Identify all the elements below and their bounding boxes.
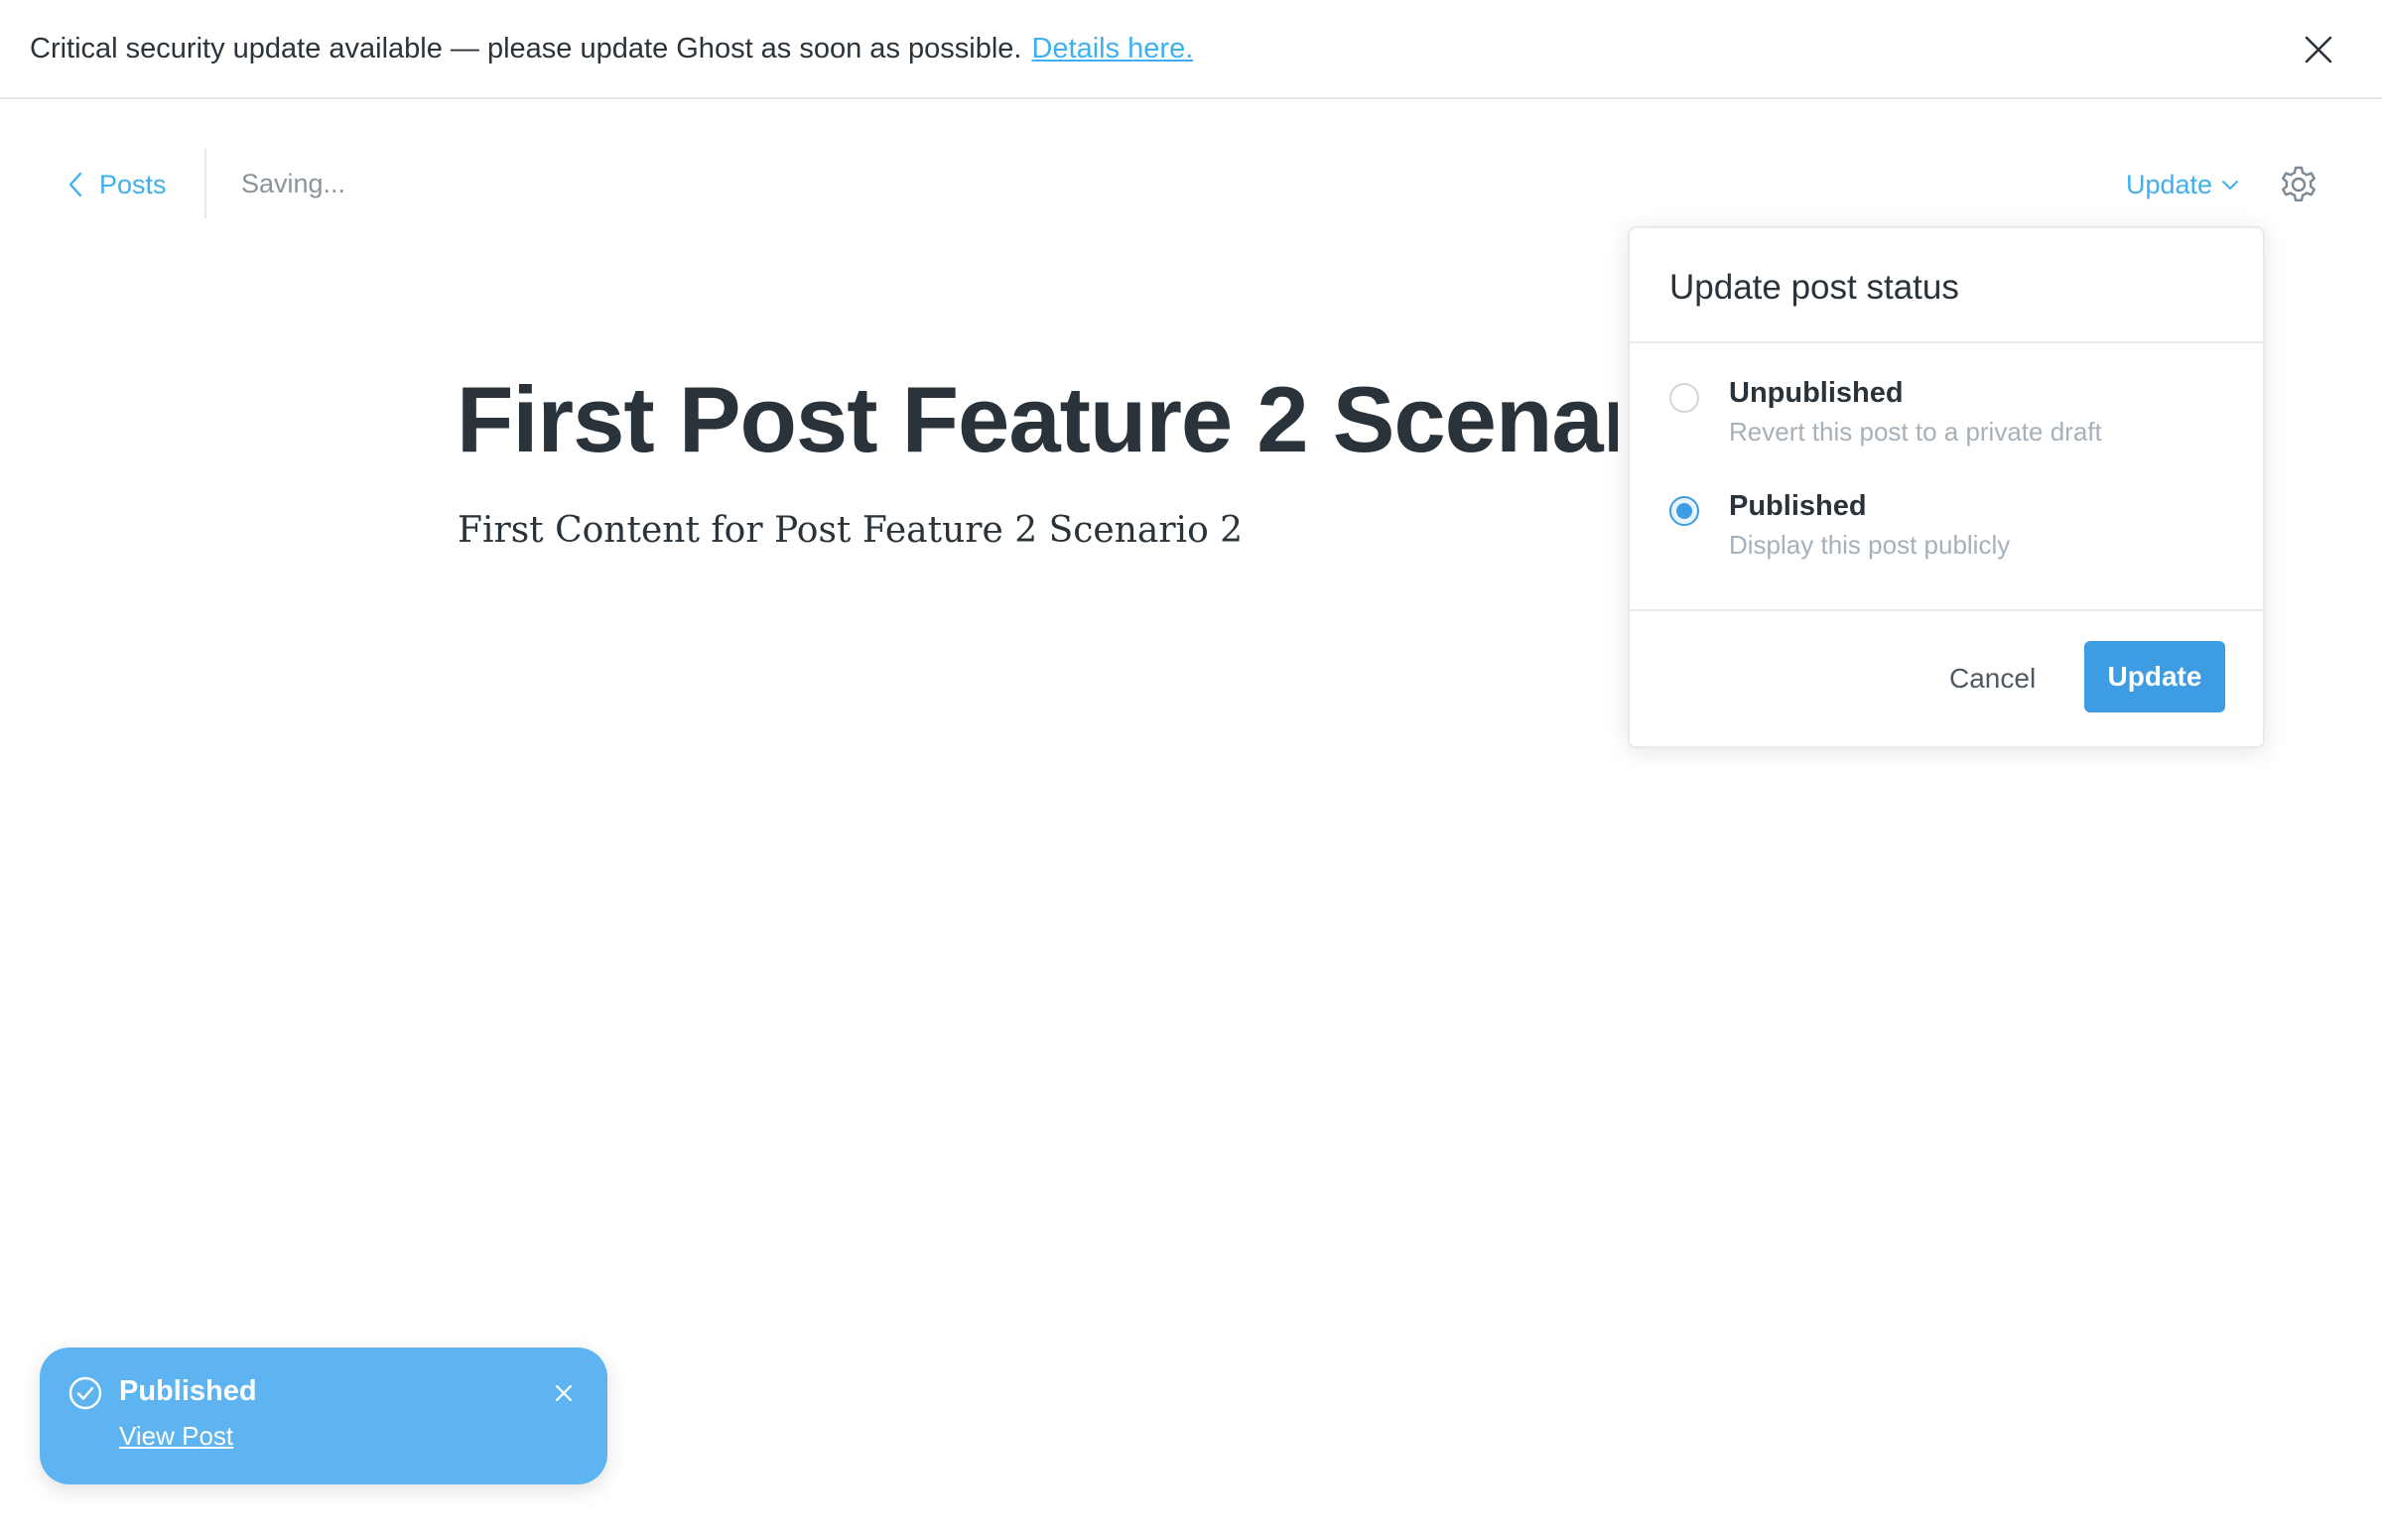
option-label: Unpublished <box>1729 377 1904 409</box>
popover-title: Update post status <box>1669 268 1959 307</box>
gear-icon[interactable] <box>2279 165 2318 204</box>
view-post-link[interactable]: View Post <box>119 1421 233 1452</box>
radio-unpublished[interactable] <box>1669 383 1699 413</box>
update-dropdown-trigger[interactable]: Update <box>2126 163 2240 206</box>
option-description: Display this post publicly <box>1729 530 2011 560</box>
alert-details-link[interactable]: Details here. <box>1031 33 1193 65</box>
radio-published[interactable] <box>1669 496 1699 526</box>
post-title[interactable]: First Post Feature 2 Scenario 2 <box>457 365 1618 474</box>
ghost-editor-page: Critical security update available — ple… <box>0 0 2382 1540</box>
security-alert-banner: Critical security update available — ple… <box>0 0 2382 99</box>
toast-title: Published <box>119 1375 257 1407</box>
chevron-down-icon <box>2222 181 2239 190</box>
popover-divider <box>1630 609 2263 611</box>
option-description: Revert this post to a private draft <box>1729 417 2102 447</box>
chevron-left-icon <box>68 172 82 197</box>
option-published[interactable]: Published Display this post publicly <box>1669 490 2245 579</box>
saving-status: Saving... <box>241 169 346 198</box>
option-unpublished[interactable]: Unpublished Revert this post to a privat… <box>1669 377 2245 466</box>
update-trigger-label: Update <box>2126 169 2213 199</box>
cancel-button[interactable]: Cancel <box>1943 653 2042 705</box>
update-status-popover: Update post status Unpublished Revert th… <box>1628 226 2265 748</box>
close-icon[interactable] <box>552 1381 576 1405</box>
post-body[interactable]: First Content for Post Feature 2 Scenari… <box>458 510 1243 551</box>
update-button[interactable]: Update <box>2084 641 2225 712</box>
close-icon[interactable] <box>2301 32 2336 67</box>
option-label: Published <box>1729 490 1867 522</box>
editor-header: Posts Saving... Update <box>0 99 2382 228</box>
alert-message: Critical security update available — ple… <box>30 32 1022 64</box>
back-label: Posts <box>99 169 167 199</box>
published-toast: Published View Post <box>40 1348 607 1484</box>
popover-divider <box>1630 341 2263 343</box>
check-circle-icon <box>68 1376 102 1410</box>
header-divider <box>204 149 206 218</box>
back-to-posts-link[interactable]: Posts <box>66 163 167 206</box>
